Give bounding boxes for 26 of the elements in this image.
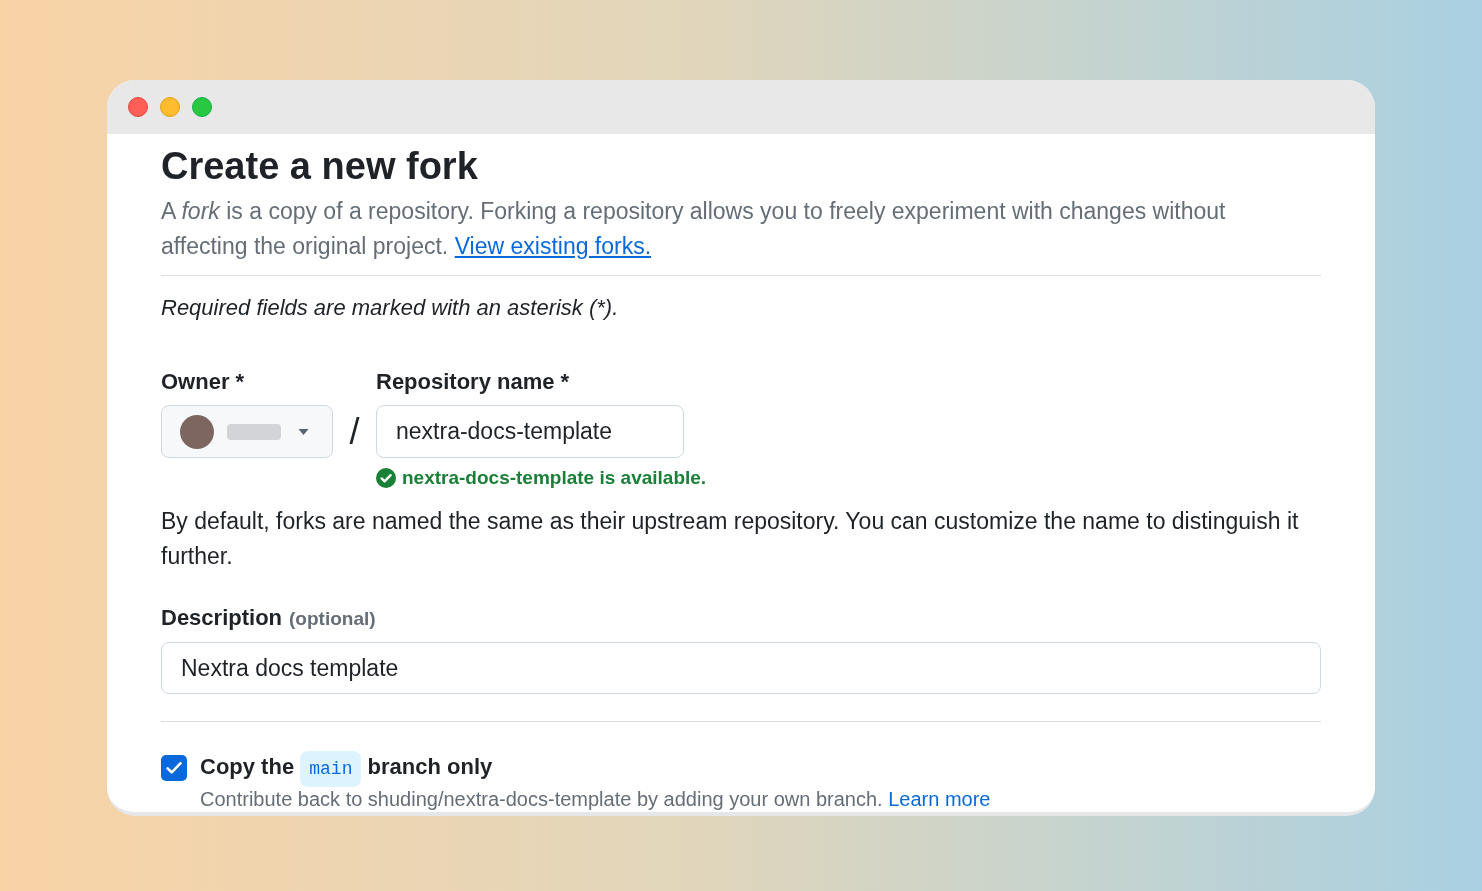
copy-branch-label: Copy the main branch only: [200, 749, 493, 787]
maximize-icon[interactable]: [192, 97, 212, 117]
repository-name-input[interactable]: nextra-docs-template: [376, 405, 684, 458]
page-title: Create a new fork: [161, 144, 479, 188]
copy-branch-checkbox[interactable]: [161, 755, 187, 781]
description-label: Description: [161, 604, 283, 632]
description-input[interactable]: Nextra docs template: [161, 642, 1321, 694]
required-note: Required fields are marked with an asterisk (*).: [161, 294, 620, 322]
fork-intro: A fork is a copy of a repository. Forking a repository allows you to freely experiment with changes without affecting the original project. View existing forks.: [161, 197, 1227, 261]
learn-more-link[interactable]: Learn more: [888, 788, 991, 810]
owner-label: Owner *: [161, 368, 246, 396]
minimize-icon[interactable]: [160, 97, 180, 117]
branch-name-code: main: [300, 750, 362, 787]
close-icon[interactable]: [128, 97, 148, 117]
check-circle-icon: [376, 468, 396, 488]
redacted-name-bar: [227, 423, 281, 440]
checkmark-icon: [166, 762, 182, 774]
copy-branch-help: Contribute back to shuding/nextra-docs-template by adding your own branch. Learn more: [200, 788, 991, 810]
caret-icon: [298, 428, 309, 435]
path-separator: /: [348, 410, 361, 454]
optional-hint: (optional): [289, 607, 376, 631]
repository-name-label: Repository name *: [376, 368, 571, 396]
owner-select[interactable]: [161, 405, 333, 458]
name-help-text: By default, forks are named the same as their upstream repository. You can customize the name to distinguish it further.: [161, 507, 1300, 571]
view-forks-link[interactable]: View existing forks.: [454, 233, 652, 259]
availability-message: nextra-docs-template is available.: [402, 466, 707, 490]
